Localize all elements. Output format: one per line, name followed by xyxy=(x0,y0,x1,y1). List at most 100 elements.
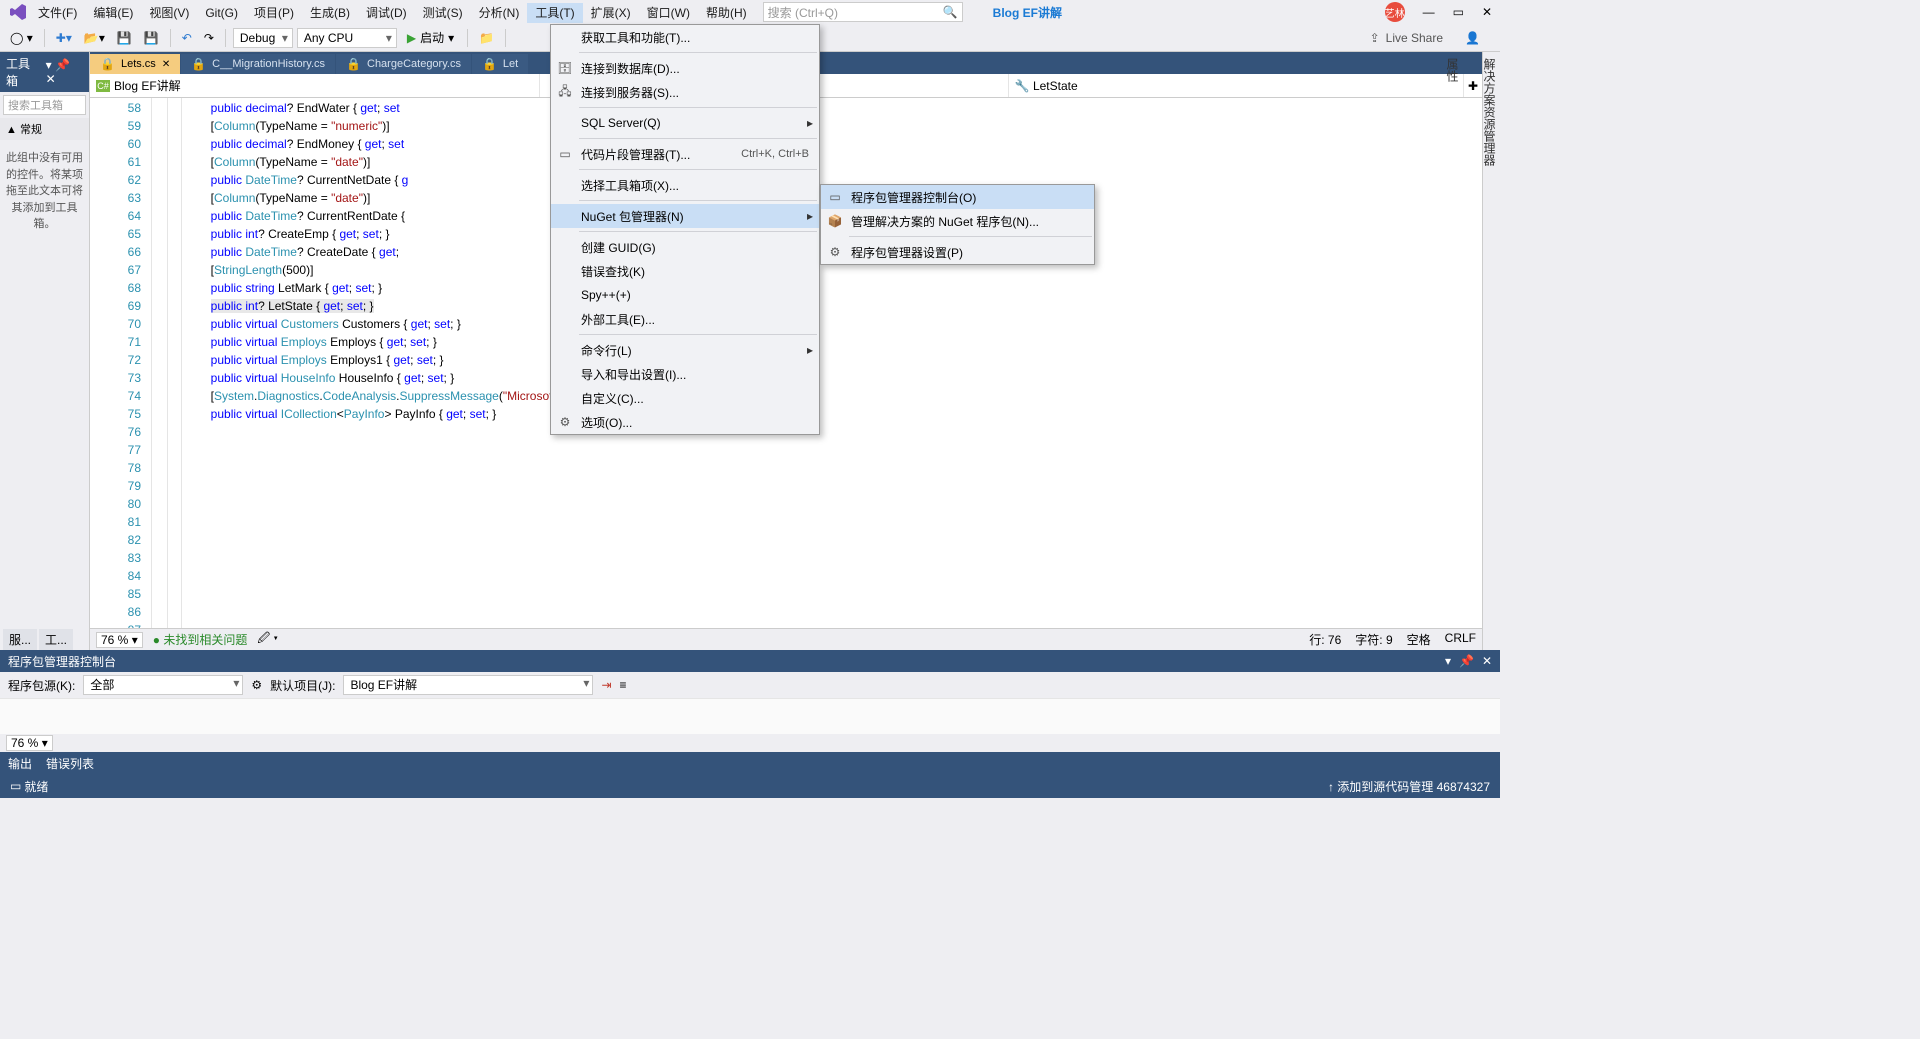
pkg-src-combo[interactable]: 全部 xyxy=(83,675,243,695)
tools-选项(O)...[interactable]: ⚙选项(O)... xyxy=(551,410,819,434)
pin-icon[interactable]: 📌 xyxy=(1459,654,1474,668)
tools-获取工具和功能(T)...[interactable]: 获取工具和功能(T)... xyxy=(551,25,819,49)
feedback-icon[interactable]: 🖉 ▾ xyxy=(257,629,278,650)
zoom-combo[interactable]: 76 % ▾ xyxy=(96,632,143,648)
pkg-zoom[interactable]: 76 % ▾ xyxy=(6,735,53,751)
source-control-status[interactable]: ↑ 添加到源代码管理 46874327 xyxy=(1328,778,1490,795)
maximize-button[interactable]: ▭ xyxy=(1453,5,1464,19)
toolbox-group[interactable]: ▲ 常规 xyxy=(0,118,89,140)
pin-icon[interactable]: ▾ 📌 ✕ xyxy=(46,58,83,86)
lock-icon: 🔒 xyxy=(191,57,206,71)
nav-project-combo[interactable]: C#Blog EF讲解 xyxy=(90,74,540,97)
menu-文件(F)[interactable]: 文件(F) xyxy=(30,3,85,23)
code-content[interactable]: public decimal? EndWater { get; set [Col… xyxy=(182,98,1482,628)
tools-代码片段管理器(T)...[interactable]: ▭代码片段管理器(T)...Ctrl+K, Ctrl+B xyxy=(551,142,819,166)
tools-NuGet 包管理器(N)[interactable]: NuGet 包管理器(N)▸ xyxy=(551,204,819,228)
indent-icon[interactable]: ⇥ xyxy=(601,678,611,692)
status-ready: 就绪 xyxy=(24,778,48,795)
tools-选择工具箱项(X)...[interactable]: 选择工具箱项(X)... xyxy=(551,173,819,197)
back-button[interactable]: ◯ ▾ xyxy=(6,29,37,47)
menu-测试(S)[interactable]: 测试(S) xyxy=(415,3,471,23)
nav-member-combo[interactable]: 🔧LetState xyxy=(1009,74,1464,97)
toolbox-tab[interactable]: 工... xyxy=(39,629,73,650)
toolbar-btn-1[interactable]: 📁 xyxy=(475,29,498,47)
pkg-proj-label: 默认项目(J): xyxy=(270,677,335,694)
gear-icon[interactable]: ⚙ xyxy=(251,678,262,692)
minimize-button[interactable]: — xyxy=(1423,5,1435,19)
status-bar: ▭ 就绪 ↑ 添加到源代码管理 46874327 xyxy=(0,774,1500,798)
split-icon[interactable]: ✚ xyxy=(1464,79,1482,93)
save-button[interactable]: 💾 xyxy=(113,29,136,47)
menu-扩展(X)[interactable]: 扩展(X) xyxy=(583,3,639,23)
toolbox-bottom-tabs: 服... 工... xyxy=(0,628,89,650)
issues-indicator[interactable]: ● 未找到相关问题 xyxy=(153,631,248,648)
tools-命令行(L)[interactable]: 命令行(L)▸ xyxy=(551,338,819,362)
line-indicator: 行: 76 xyxy=(1309,631,1341,648)
tools-错误查找(K)[interactable]: 错误查找(K) xyxy=(551,259,819,283)
close-tab-icon[interactable]: ✕ xyxy=(162,59,170,70)
tab-ChargeCategory.cs[interactable]: 🔒ChargeCategory.cs xyxy=(336,54,471,74)
con-icon: ▭ xyxy=(827,190,843,204)
solution-name[interactable]: Blog EF讲解 xyxy=(985,2,1070,23)
tools-创建 GUID(G)[interactable]: 创建 GUID(G) xyxy=(551,235,819,259)
close-button[interactable]: ✕ xyxy=(1482,5,1492,19)
tools-导入和导出设置(I)...[interactable]: 导入和导出设置(I)... xyxy=(551,362,819,386)
tab-C__MigrationHistory.cs[interactable]: 🔒C__MigrationHistory.cs xyxy=(181,54,335,74)
nuget-程序包管理器设置(P)[interactable]: ⚙程序包管理器设置(P) xyxy=(821,240,1094,264)
pkg-proj-combo[interactable]: Blog EF讲解 xyxy=(343,675,593,695)
tab-Let[interactable]: 🔒Let xyxy=(472,54,528,74)
list-icon[interactable]: ≡ xyxy=(620,678,627,692)
toolbox-search[interactable]: 搜索工具箱 xyxy=(3,95,86,115)
status-icon: ▭ xyxy=(10,779,21,793)
solution-explorer-collapsed[interactable]: 解决方案资源管理器 xyxy=(1481,58,1498,644)
tab-Lets.cs[interactable]: 🔒Lets.cs ✕ xyxy=(90,54,180,74)
errorlist-tab[interactable]: 错误列表 xyxy=(46,755,94,772)
new-item-button[interactable]: ✚▾ xyxy=(52,29,76,47)
menu-分析(N)[interactable]: 分析(N) xyxy=(471,3,528,23)
tools-外部工具(E)...[interactable]: 外部工具(E)... xyxy=(551,307,819,331)
server-explorer-tab[interactable]: 服... xyxy=(3,629,37,650)
save-all-button[interactable]: 💾 xyxy=(140,29,163,47)
nuget-管理解决方案的 NuGet 程序包(N)...[interactable]: 📦管理解决方案的 NuGet 程序包(N)... xyxy=(821,209,1094,233)
gear-icon: ⚙ xyxy=(557,415,573,429)
output-tabs: 输出 错误列表 xyxy=(0,752,1500,774)
pkg-toolbar: 程序包源(K): 全部 ⚙ 默认项目(J): Blog EF讲解 ⇥ ≡ xyxy=(0,672,1500,698)
menu-帮助(H)[interactable]: 帮助(H) xyxy=(698,3,755,23)
tools-Spy++(+)[interactable]: Spy++(+) xyxy=(551,283,819,307)
pkg-console-header: 程序包管理器控制台 ▾📌✕ xyxy=(0,650,1500,672)
line-gutter: 5859606162636465666768697071727374757677… xyxy=(90,98,152,628)
platform-combo[interactable]: Any CPU xyxy=(297,28,397,48)
start-debug-button[interactable]: ▶启动 ▾ xyxy=(401,27,460,48)
menu-工具(T)[interactable]: 工具(T) xyxy=(527,3,582,23)
output-tab[interactable]: 输出 xyxy=(8,755,32,772)
tools-SQL Server(Q)[interactable]: SQL Server(Q)▸ xyxy=(551,111,819,135)
menu-视图(V)[interactable]: 视图(V) xyxy=(141,3,197,23)
pkg-console-content[interactable] xyxy=(0,698,1500,734)
tools-连接到服务器(S)...[interactable]: 🖧连接到服务器(S)... xyxy=(551,80,819,104)
tools-自定义(C)...[interactable]: 自定义(C)... xyxy=(551,386,819,410)
menu-编辑(E)[interactable]: 编辑(E) xyxy=(85,3,141,23)
lock-icon: 🔒 xyxy=(346,57,361,71)
close-icon[interactable]: ✕ xyxy=(1482,654,1492,668)
config-combo[interactable]: Debug xyxy=(233,28,293,48)
menu-生成(B)[interactable]: 生成(B) xyxy=(302,3,358,23)
live-share-button[interactable]: ⇪Live Share 👤 xyxy=(1370,31,1494,45)
snip-icon: ▭ xyxy=(557,147,573,161)
menu-调试(D)[interactable]: 调试(D) xyxy=(358,3,415,23)
dropdown-icon[interactable]: ▾ xyxy=(1445,654,1451,668)
menu-窗口(W)[interactable]: 窗口(W) xyxy=(639,3,698,23)
undo-button[interactable]: ↶ xyxy=(178,29,196,47)
menu-Git(G)[interactable]: Git(G) xyxy=(197,3,246,23)
db-icon: 🗄 xyxy=(557,61,573,75)
lock-icon: 🔒 xyxy=(482,57,497,71)
nuget-程序包管理器控制台(O)[interactable]: ▭程序包管理器控制台(O) xyxy=(821,185,1094,209)
search-icon: 🔍 xyxy=(943,5,958,19)
redo-button[interactable]: ↷ xyxy=(200,29,218,47)
share-icon: ⇪ xyxy=(1370,31,1380,45)
menu-项目(P)[interactable]: 项目(P) xyxy=(246,3,302,23)
tools-连接到数据库(D)...[interactable]: 🗄连接到数据库(D)... xyxy=(551,56,819,80)
open-button[interactable]: 📂▾ xyxy=(80,29,109,47)
user-avatar[interactable]: 艺林 xyxy=(1385,2,1405,22)
chevron-right-icon: ▸ xyxy=(807,343,813,357)
menu-search-input[interactable]: 搜索 (Ctrl+Q)🔍 xyxy=(763,2,963,22)
